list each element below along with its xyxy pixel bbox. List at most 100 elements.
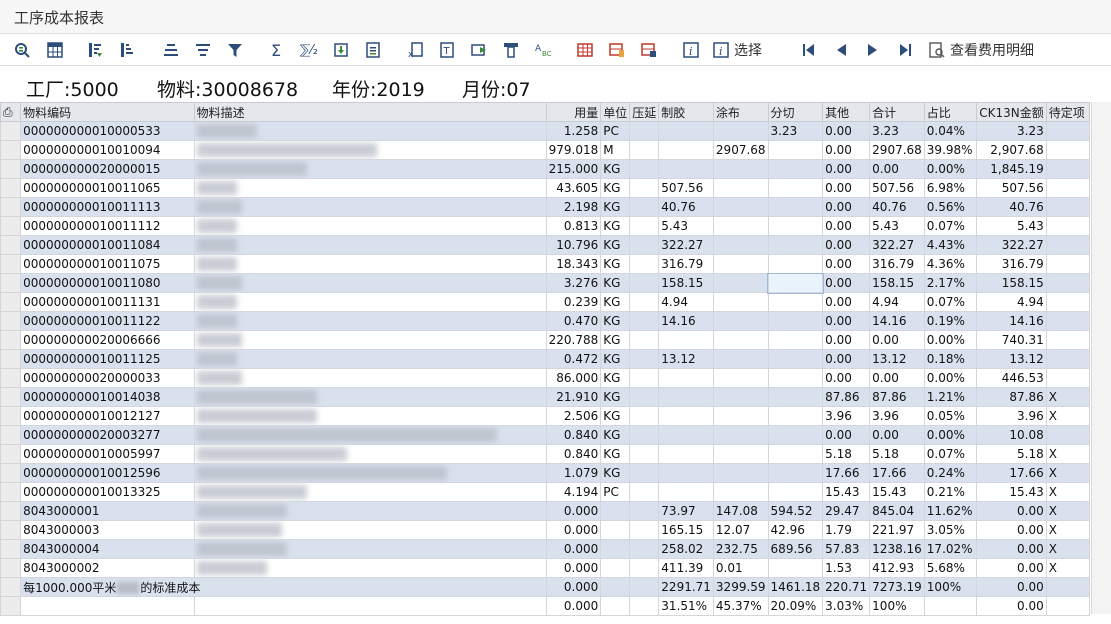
value-cell[interactable]: 73.97 xyxy=(658,501,714,521)
value-cell[interactable] xyxy=(658,121,714,141)
material-code-cell[interactable]: 000000000010013325 xyxy=(20,482,195,502)
value-cell[interactable] xyxy=(712,463,769,483)
value-cell[interactable] xyxy=(658,387,714,407)
value-cell[interactable]: 322.27 xyxy=(976,235,1047,255)
value-cell[interactable]: 40.76 xyxy=(869,197,925,217)
description-cell[interactable] xyxy=(193,520,547,540)
value-cell[interactable]: 594.52 xyxy=(767,501,824,521)
table-row[interactable]: 8043000001 0.000 73.97 147.08 594.52 29.47 845… xyxy=(0,501,1091,521)
value-cell[interactable]: KG xyxy=(600,235,631,255)
value-cell[interactable]: 6.98% xyxy=(923,178,978,198)
table-row[interactable]: 000000000010012596 1.079 KG 17.66 17.66 0.24%… xyxy=(0,463,1091,483)
description-cell[interactable] xyxy=(193,235,547,255)
value-cell[interactable] xyxy=(767,197,824,217)
value-cell[interactable] xyxy=(712,292,769,312)
value-cell[interactable]: 4.194 xyxy=(545,482,602,502)
description-cell[interactable] xyxy=(193,539,547,559)
description-cell[interactable] xyxy=(193,444,547,464)
row-selector[interactable] xyxy=(0,482,22,502)
choose-layout-icon[interactable] xyxy=(606,39,628,61)
value-cell[interactable]: 0.00 xyxy=(869,368,925,388)
value-cell[interactable]: 7273.19 xyxy=(869,577,925,597)
value-cell[interactable]: 3.23 xyxy=(869,121,925,141)
value-cell[interactable] xyxy=(712,387,769,407)
value-cell[interactable] xyxy=(767,140,824,160)
value-cell[interactable]: 507.56 xyxy=(976,178,1047,198)
table-row[interactable]: 000000000020000033 86.000 KG 0.00 0.00 0.00% 4… xyxy=(0,368,1091,388)
column-header[interactable]: 涂布 xyxy=(712,102,769,122)
value-cell[interactable]: 3.276 xyxy=(545,273,602,293)
layout-icon[interactable] xyxy=(500,39,522,61)
value-cell[interactable]: 0.00 xyxy=(976,558,1047,578)
value-cell[interactable]: KG xyxy=(600,273,631,293)
value-cell[interactable]: 14.16 xyxy=(658,311,714,331)
value-cell[interactable]: 15.43 xyxy=(822,482,871,502)
word-export-icon[interactable]: x xyxy=(404,39,426,61)
value-cell[interactable]: 2291.71 xyxy=(658,577,714,597)
value-cell[interactable] xyxy=(1045,292,1091,312)
value-cell[interactable] xyxy=(767,216,824,236)
material-code-cell[interactable]: 000000000010011112 xyxy=(20,216,195,236)
text-icon[interactable]: T xyxy=(436,39,458,61)
value-cell[interactable] xyxy=(658,406,714,426)
value-cell[interactable]: 3.96 xyxy=(822,406,871,426)
column-header[interactable]: 合计 xyxy=(869,102,925,122)
value-cell[interactable]: 87.86 xyxy=(822,387,871,407)
column-header[interactable]: 单位 xyxy=(600,102,631,122)
value-cell[interactable] xyxy=(1045,273,1091,293)
value-cell[interactable] xyxy=(629,596,660,616)
table-row[interactable]: 000000000010011131 0.239 KG 4.94 0.00 4.94 0.0… xyxy=(0,292,1091,312)
value-cell[interactable]: 15.43 xyxy=(869,482,925,502)
value-cell[interactable]: 0.56% xyxy=(923,197,978,217)
column-header[interactable]: 用量 xyxy=(545,102,602,122)
value-cell[interactable]: 1461.18 xyxy=(767,577,824,597)
value-cell[interactable]: 507.56 xyxy=(658,178,714,198)
value-cell[interactable] xyxy=(1045,596,1091,616)
table-row[interactable]: 000000000010011113 2.198 KG 40.76 0.00 40.76 0… xyxy=(0,197,1091,217)
value-cell[interactable] xyxy=(767,311,824,331)
value-cell[interactable]: 0.00 xyxy=(869,159,925,179)
value-cell[interactable]: 0.01 xyxy=(712,558,769,578)
value-cell[interactable] xyxy=(600,577,631,597)
value-cell[interactable]: 740.31 xyxy=(976,330,1047,350)
value-cell[interactable]: 0.00 xyxy=(822,121,871,141)
table-row[interactable]: 000000000010014038 21.910 KG 87.86 87.86 1.21… xyxy=(0,387,1091,407)
value-cell[interactable] xyxy=(767,463,824,483)
value-cell[interactable]: 15.43 xyxy=(976,482,1047,502)
value-cell[interactable]: KG xyxy=(600,178,631,198)
value-cell[interactable]: KG xyxy=(600,254,631,274)
table-row[interactable]: 8043000002 0.000 411.39 0.01 1.53 412.93 5.68%… xyxy=(0,558,1091,578)
value-cell[interactable] xyxy=(658,330,714,350)
value-cell[interactable]: X xyxy=(1045,463,1091,483)
table-row[interactable]: 000000000010011125 0.472 KG 13.12 0.00 13.12 0… xyxy=(0,349,1091,369)
value-cell[interactable]: 0.00 xyxy=(869,425,925,445)
table-row[interactable]: 000000000010011075 18.343 KG 316.79 0.00 316.… xyxy=(0,254,1091,274)
value-cell[interactable]: 220.71 xyxy=(822,577,871,597)
value-cell[interactable] xyxy=(767,235,824,255)
value-cell[interactable]: 5.18 xyxy=(822,444,871,464)
value-cell[interactable]: 0.00 xyxy=(822,159,871,179)
value-cell[interactable]: 979.018 xyxy=(545,140,602,160)
value-cell[interactable]: 1238.16 xyxy=(869,539,925,559)
value-cell[interactable] xyxy=(629,254,660,274)
value-cell[interactable]: 316.79 xyxy=(976,254,1047,274)
value-cell[interactable]: 507.56 xyxy=(869,178,925,198)
material-code-cell[interactable]: 000000000010012596 xyxy=(20,463,195,483)
value-cell[interactable] xyxy=(600,520,631,540)
description-cell[interactable] xyxy=(193,311,547,331)
value-cell[interactable]: 446.53 xyxy=(976,368,1047,388)
value-cell[interactable]: X xyxy=(1045,482,1091,502)
row-selector[interactable] xyxy=(0,330,22,350)
value-cell[interactable] xyxy=(712,178,769,198)
value-cell[interactable]: 3.05% xyxy=(923,520,978,540)
value-cell[interactable]: 12.07 xyxy=(712,520,769,540)
value-cell[interactable]: 2,907.68 xyxy=(976,140,1047,160)
value-cell[interactable]: KG xyxy=(600,406,631,426)
value-cell[interactable] xyxy=(629,501,660,521)
description-cell[interactable] xyxy=(193,558,547,578)
print-preview-icon[interactable] xyxy=(362,39,384,61)
info-icon[interactable]: i xyxy=(680,39,702,61)
row-selector[interactable] xyxy=(0,501,22,521)
value-cell[interactable] xyxy=(767,178,824,198)
value-cell[interactable] xyxy=(712,216,769,236)
